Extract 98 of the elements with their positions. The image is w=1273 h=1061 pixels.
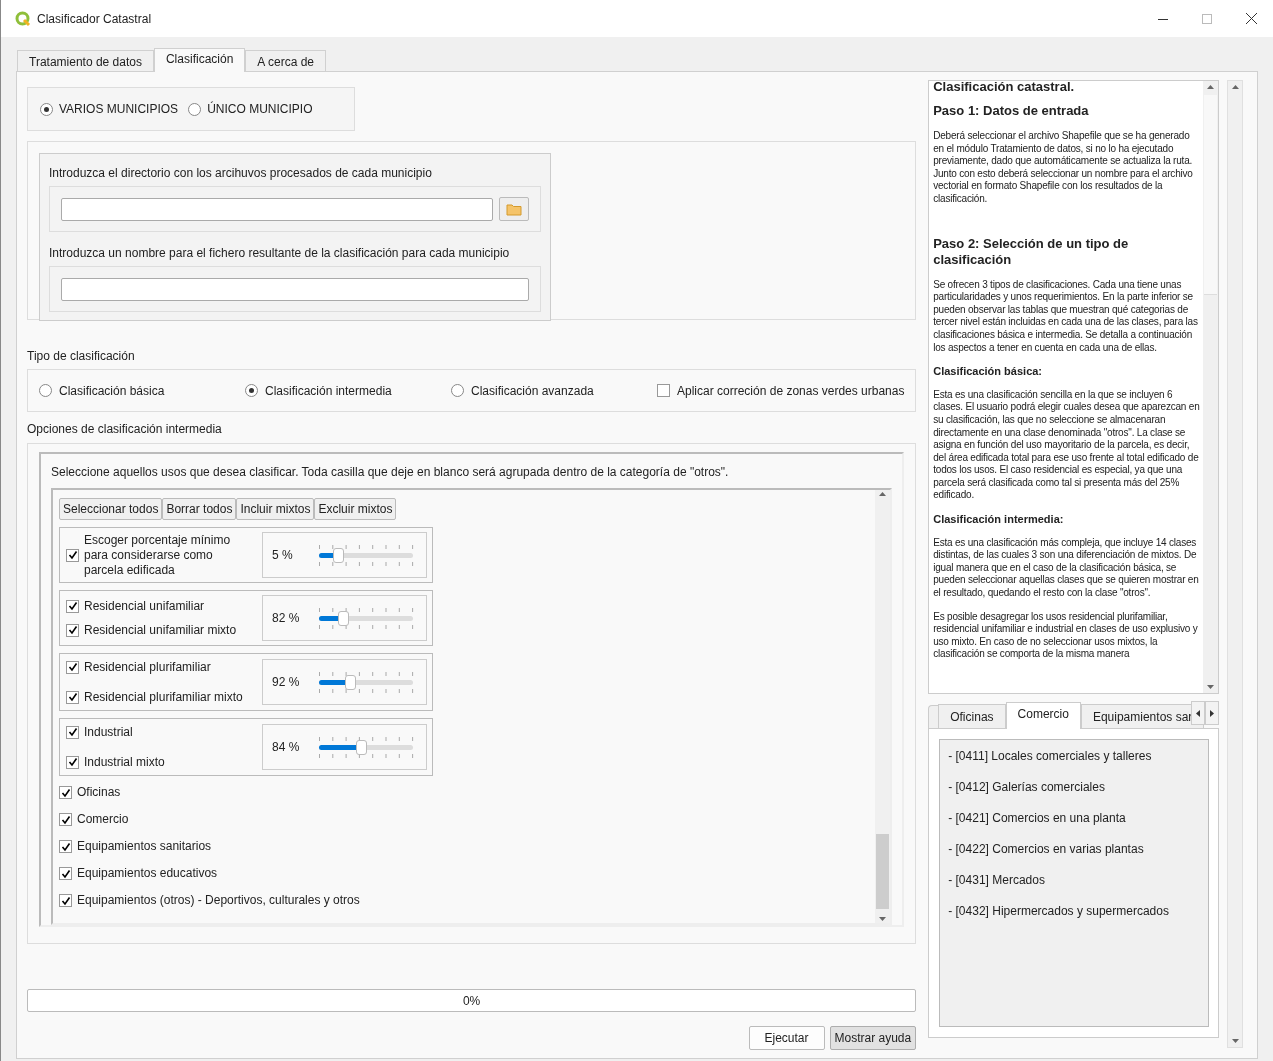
text-field[interactable] — [61, 197, 493, 221]
help-paragraph: Deberá seleccionar el archivo Shapefile que se ha generado en el módulo Tratamiento de datos, si no lo ha ejecutado previamente, dado que automáticamente se actualiza la ruta. Junto con esto deberá seleccionar un nombre para el archivo vectorial en formato Shapefile con los resultados de la clasificación. — [933, 130, 1194, 206]
tab[interactable]: Clasificación — [153, 48, 246, 72]
checkbox[interactable] — [66, 623, 79, 637]
help-title: Clasificación catastral. — [933, 81, 1076, 93]
slider-thumb[interactable] — [332, 547, 344, 563]
help-heading: Paso 1: Datos de entrada — [933, 103, 1090, 119]
checkbox[interactable] — [59, 786, 72, 799]
tab-scroll-right-button[interactable] — [1205, 701, 1220, 725]
help-subheading: Clasificación intermedia: — [933, 513, 1065, 526]
checkbox-label: Industrial mixto — [84, 754, 165, 771]
right-arrow-icon — [1210, 709, 1215, 717]
section-label: Tipo de clasificación — [27, 348, 136, 365]
checkbox-label: Oficinas — [77, 785, 121, 800]
left-arrow-icon — [1196, 709, 1201, 717]
action-button[interactable]: Seleccionar todos — [59, 498, 163, 520]
checkbox[interactable] — [59, 894, 72, 907]
checkbox[interactable] — [59, 840, 72, 853]
scroll-up-icon — [879, 492, 887, 496]
action-button[interactable]: Borrar todos — [162, 498, 237, 520]
field-label: Introduzca un nombre para el fichero resultante de la clasificación para cada municipio — [49, 245, 511, 262]
category-item: - [0421] Comercios en una planta — [948, 810, 1127, 826]
category-item: - [0412] Galerías comerciales — [948, 779, 1106, 795]
checkbox[interactable] — [66, 755, 79, 769]
category-item: - [0431] Mercados — [948, 872, 1046, 888]
checkbox-label: Escoger porcentaje mínimo para considerarse como parcela edificada — [84, 532, 232, 578]
action-button[interactable]: Excluir mixtos — [314, 498, 397, 520]
option-label: Clasificación intermedia — [265, 382, 392, 400]
checkbox[interactable] — [66, 690, 79, 704]
checkbox-label: Equipamientos (otros) - Deportivos, culturales y otros — [77, 893, 360, 908]
action-button[interactable]: Ejecutar — [748, 1026, 825, 1050]
option-label: Aplicar correción de zonas verdes urbanas — [677, 382, 905, 400]
percentage-label: 92 % — [272, 674, 300, 691]
checkbox-label: Equipamientos educativos — [77, 866, 218, 881]
scroll-up-icon — [1231, 85, 1239, 89]
folder-icon — [506, 202, 522, 216]
help-subheading: Clasificación básica: — [933, 365, 1044, 378]
scroll-thumb[interactable] — [1204, 95, 1218, 295]
checkbox-label: Residencial unifamiliar — [84, 598, 205, 615]
section-label: Opciones de clasificación intermedia — [27, 421, 223, 438]
help-paragraph: Esta es una clasificación más compleja, que incluye 14 clases distintas, de las cuales 3 son una diferenciación de mixtos. De igual manera que en el caso de la clasificación básica, se pueden seleccionar aquellas clases que se quieren mostrar en el resultado, quedando el resto con la clase "otros". — [933, 536, 1200, 600]
help-paragraph: Se ofrecen 3 tipos de clasificaciones. Cada una tiene unas particularidades y unos requerimientos. En la parte inferior se pueden observar las tablas que muestran qué categorias de tercer nivel están incluidas en cada una de las clases, para las clasificaciones básica e intermedia. Se detalla a continuación los aspectos a tener en cuenta en cada una de ellas. — [933, 278, 1199, 355]
percentage-label: 5 % — [272, 547, 294, 564]
radio-button[interactable] — [39, 384, 52, 397]
action-button[interactable]: Mostrar ayuda — [829, 1026, 917, 1050]
scrollbar[interactable] — [875, 490, 891, 923]
radio-label: ÚNICO MUNICIPIO — [207, 100, 313, 118]
help-heading: Paso 2: Selección de un tipo de clasificación — [933, 235, 1130, 268]
scroll-down-icon — [1207, 685, 1215, 689]
scrollbar[interactable] — [1227, 80, 1243, 1048]
tab[interactable]: Comercio — [1005, 702, 1081, 729]
help-paragraph: Es posible desagregar los usos residencial plurifamiliar, residencial unifamiliar e industrial en clases de uso explusivo y uso mixto. En caso de no seleccionar usos mixtos, la clasificación se comporta de la misma manera — [933, 610, 1199, 661]
slider-thumb[interactable] — [338, 610, 350, 626]
checkbox-label: Residencial plurifamiliar mixto — [84, 689, 243, 706]
radio-button[interactable] — [245, 384, 258, 397]
close-icon — [1245, 13, 1257, 24]
maximize-icon — [1202, 13, 1212, 24]
tab[interactable]: A cerca de — [245, 50, 326, 71]
checkbox[interactable] — [66, 725, 79, 739]
field-label: Introduzca el directorio con los arcihuvos procesados de cada municipio — [49, 165, 433, 182]
percentage-label: 82 % — [272, 610, 300, 627]
category-item: - [0422] Comercios en varias plantas — [948, 841, 1145, 857]
radio-button[interactable] — [188, 102, 202, 116]
slider-thumb[interactable] — [345, 674, 356, 690]
checkbox-label: Industrial — [84, 724, 133, 741]
app-logo-icon — [15, 10, 31, 27]
scroll-thumb[interactable] — [876, 834, 890, 909]
slider-thumb[interactable] — [356, 739, 368, 755]
action-button[interactable]: Incluir mixtos — [236, 498, 315, 520]
scroll-down-icon — [1231, 1039, 1239, 1043]
radio-button[interactable] — [40, 102, 53, 116]
text-field[interactable] — [61, 277, 529, 301]
help-paragraph: Esta es una clasificación sencilla en la que se incluyen 6 clases. El usuario podrá elegir cuales desea que aparezcan en su clasificación, las que no seleccione se almacenaran directamente en una clase denominada "otros". La clase se asigna en función del uso mayoritario de la parcela, es decir, del área edificada total para ese uso frente al total edificado de todos los usos. El caso residencial es especial, ya que una parcela será clasificada como tal si presenta más del 25% edificado. — [933, 388, 1201, 503]
checkbox[interactable] — [66, 660, 79, 674]
scroll-up-icon — [1207, 85, 1215, 89]
checkbox[interactable] — [66, 599, 79, 613]
tab[interactable]: Oficinas — [938, 704, 1006, 728]
percentage-label: 84 % — [272, 739, 300, 756]
option-label: Clasificación básica — [59, 382, 165, 400]
checkbox-label: Residencial plurifamiliar — [84, 659, 211, 676]
checkbox-label: Comercio — [77, 812, 129, 827]
checkbox[interactable] — [66, 548, 79, 562]
radio-button[interactable] — [451, 384, 464, 397]
scroll-down-icon — [879, 917, 887, 921]
tab-scroll-left-button[interactable] — [1191, 701, 1206, 725]
checkbox[interactable] — [59, 867, 72, 880]
scrollbar[interactable] — [1203, 81, 1219, 693]
window-title: Clasificador Catastral — [37, 10, 152, 28]
option-label: Clasificación avanzada — [471, 382, 594, 400]
instructions-text: Seleccione aquellos usos que desea clasificar. Toda casilla que deje en blanco será agrupada dentro de la categoría de "otros". — [51, 464, 730, 481]
checkbox[interactable] — [59, 813, 72, 826]
category-item: - [0411] Locales comerciales y talleres — [948, 748, 1153, 764]
checkbox-label: Residencial unifamiliar mixto — [84, 622, 237, 639]
radio-label: VARIOS MUNICIPIOS — [59, 101, 179, 118]
category-item: - [0432] Hipermercados y supermercados — [948, 903, 1170, 919]
checkbox-label: Equipamientos sanitarios — [77, 839, 212, 854]
checkbox[interactable] — [657, 384, 670, 397]
tab[interactable]: Tratamiento de datos — [17, 50, 154, 71]
